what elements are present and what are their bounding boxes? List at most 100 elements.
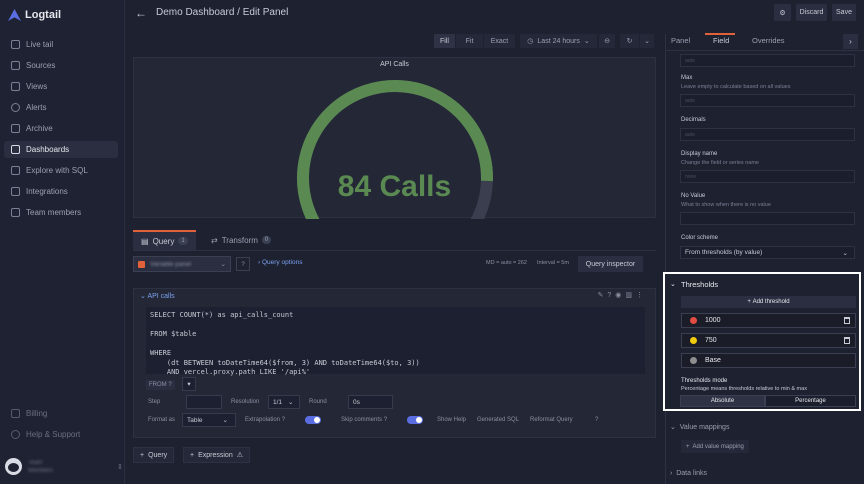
display-name-desc: Change the field or series name [681, 160, 759, 166]
archive-icon [11, 124, 20, 133]
query-name[interactable]: ⌄ API calls [140, 292, 175, 300]
sidebar-item-integrations[interactable]: Integrations [4, 183, 118, 200]
mode-percentage-button[interactable]: Percentage [765, 395, 856, 407]
chevron-down-icon: ⌄ [220, 261, 226, 268]
sql-editor[interactable]: SELECT COUNT(*) as api_calls_count FROM … [146, 307, 645, 376]
chevron-down-icon: ⌄ [583, 38, 590, 45]
sidebar-item-alerts[interactable]: Alerts [4, 99, 118, 116]
plus-icon: + [190, 451, 195, 459]
resolution-select[interactable]: 1/1 ⌄ [268, 395, 300, 409]
data-links-header[interactable]: › Data links [670, 470, 707, 477]
datasource-help-button[interactable]: ? [236, 257, 250, 271]
no-value-input[interactable] [680, 212, 855, 225]
thresholds-title[interactable]: Thresholds [681, 280, 718, 289]
discard-button[interactable]: Discard [796, 4, 827, 21]
sidebar-item-help[interactable]: Help & Support [4, 426, 118, 443]
step-input[interactable] [186, 395, 222, 409]
user-menu[interactable]: Team Members ⇕ [5, 458, 123, 475]
query-interval: Interval = 5m [537, 260, 569, 266]
add-threshold-button[interactable]: + Add threshold [681, 296, 856, 308]
time-range-picker[interactable]: ◷ Last 24 hours ⌄ [520, 34, 598, 48]
integrations-icon [11, 187, 20, 196]
transform-icon: ⇄ [211, 235, 218, 245]
tab-panel[interactable]: Panel [671, 36, 690, 45]
decimals-input[interactable]: auto [680, 128, 855, 141]
back-arrow-icon[interactable]: ← [135, 6, 147, 20]
mode-absolute-button[interactable]: Absolute [680, 395, 765, 407]
plus-icon: + [686, 443, 690, 450]
sidebar-item-live-tail[interactable]: Live tail [4, 36, 118, 53]
zoom-out-button[interactable]: ⊖ [599, 34, 616, 48]
sidebar-item-explore-sql[interactable]: Explore with SQL [4, 162, 118, 179]
settings-button[interactable]: ⚙ [774, 4, 791, 21]
logo-text: Logtail [25, 9, 62, 21]
add-query-button[interactable]: + Query [133, 447, 175, 463]
add-value-mapping-button[interactable]: + Add value mapping [681, 440, 749, 453]
generated-sql-button[interactable]: Generated SQL [477, 417, 519, 423]
save-button[interactable]: Save [832, 4, 856, 21]
sidebar-item-dashboards[interactable]: Dashboards [4, 141, 118, 158]
sources-icon [11, 61, 20, 70]
sidebar-item-views[interactable]: Views [4, 78, 118, 95]
sidebar-item-sources[interactable]: Sources [4, 57, 118, 74]
threshold-row[interactable]: 750 [681, 333, 856, 348]
display-name-input[interactable]: none [680, 170, 855, 183]
dropdown-arrow-icon: ▾ [187, 381, 191, 388]
max-input[interactable]: auto [680, 94, 855, 107]
query-inspector-button[interactable]: Query inspector [578, 256, 643, 272]
from-dropdown[interactable]: ▾ [182, 377, 196, 391]
value-mappings-header[interactable]: ⌄ Value mappings [670, 423, 729, 431]
threshold-row[interactable]: 1000 [681, 313, 856, 328]
fill-button[interactable]: Fill [434, 34, 456, 48]
step-label: Step [148, 399, 161, 405]
sidebar-item-archive[interactable]: Archive [4, 120, 118, 137]
query-editor: ⌄ API calls ✎?◉▥⋮ SELECT COUNT(*) as api… [133, 288, 656, 438]
round-input[interactable]: 0s [348, 395, 393, 409]
round-label: Round [309, 399, 327, 405]
query-actions[interactable]: ✎?◉▥⋮ [597, 291, 647, 299]
fit-button[interactable]: Fit [456, 34, 484, 48]
trash-icon[interactable]: ▥ [625, 292, 636, 299]
eye-icon[interactable]: ◉ [615, 292, 625, 299]
trash-icon[interactable] [844, 317, 850, 324]
plus-icon: + [140, 451, 145, 459]
help-icon: ? [241, 260, 245, 268]
sidebar-item-team-members[interactable]: Team members [4, 204, 118, 221]
thresholds-mode-desc: Percentage means thresholds relative to … [681, 386, 807, 392]
add-expression-button[interactable]: + Expression ⚠ [183, 447, 251, 463]
query-options-row: Variable panel ⌄ ? › Query options MD = … [133, 256, 656, 273]
collapse-pane-button[interactable]: › [843, 34, 858, 49]
query-options-toggle[interactable]: › Query options [258, 259, 302, 266]
show-help-button[interactable]: Show Help [437, 417, 466, 423]
edit-icon[interactable]: ✎ [597, 292, 607, 299]
threshold-color-swatch[interactable] [690, 357, 697, 364]
trash-icon[interactable] [844, 337, 850, 344]
datasource-picker[interactable]: Variable panel ⌄ [133, 256, 231, 272]
drag-icon[interactable]: ⋮ [636, 292, 647, 299]
tab-transform[interactable]: ⇄ Transform 0 [203, 230, 279, 250]
tab-query[interactable]: ▤ Query 1 [133, 230, 196, 250]
threshold-color-swatch[interactable] [690, 337, 697, 344]
min-input[interactable]: auto [680, 54, 855, 67]
reformat-query-button[interactable]: Reformat Query [530, 417, 573, 423]
chevron-down-icon: ⌄ [842, 249, 848, 257]
exact-button[interactable]: Exact [484, 34, 516, 48]
skip-comments-toggle[interactable] [407, 416, 423, 424]
format-select[interactable]: Table ⌄ [182, 413, 236, 427]
gear-icon: ⚙ [779, 9, 786, 17]
thresholds-mode-label: Thresholds mode [681, 378, 728, 384]
help-icon: ? [168, 382, 172, 388]
help-icon: ? [383, 417, 388, 423]
refresh-button[interactable]: ↻ [620, 34, 640, 48]
logo[interactable]: Logtail [8, 9, 61, 21]
sidebar-item-billing[interactable]: Billing [4, 405, 118, 422]
threshold-color-swatch[interactable] [690, 317, 697, 324]
color-scheme-select[interactable]: From thresholds (by value) ⌄ [680, 246, 855, 259]
refresh-interval-dropdown[interactable]: ⌄ [640, 34, 655, 48]
chevron-down-icon[interactable]: ⌄ [670, 280, 676, 288]
extrapolation-toggle[interactable] [305, 416, 321, 424]
tab-overrides[interactable]: Overrides [752, 36, 785, 45]
color-scheme-label: Color scheme [681, 235, 719, 241]
views-icon [11, 82, 20, 91]
tab-field[interactable]: Field [713, 36, 729, 45]
